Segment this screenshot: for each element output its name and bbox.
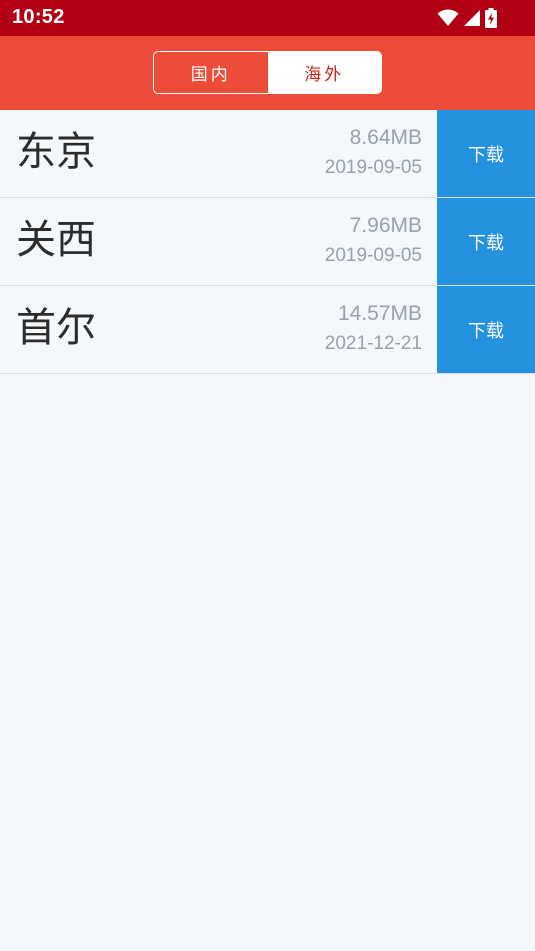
status-icons [437,8,497,28]
download-button[interactable]: 下载 [437,286,535,373]
list-item: 首尔 14.57MB 2021-12-21 下载 [0,286,535,374]
status-time: 10:52 [12,6,65,28]
item-name: 东京 [16,129,96,175]
status-bar: 10:52 [0,0,535,36]
tab-overseas[interactable]: 海外 [267,52,381,93]
download-button[interactable]: 下载 [437,198,535,285]
header-bar: 国内 海外 [0,36,535,110]
download-button[interactable]: 下载 [437,110,535,197]
item-size: 14.57MB [337,302,422,325]
item-name: 关西 [16,217,96,263]
cell-signal-icon [463,9,481,27]
item-size: 8.64MB [349,126,422,149]
map-list: 东京 8.64MB 2019-09-05 下载 关西 7.96MB 2019-0… [0,110,535,374]
tab-domestic[interactable]: 国内 [154,52,268,93]
item-date: 2019-09-05 [324,245,422,266]
item-size: 7.96MB [349,214,422,237]
item-name: 首尔 [16,305,96,351]
list-item: 关西 7.96MB 2019-09-05 下载 [0,198,535,286]
item-date: 2019-09-05 [324,157,422,178]
wifi-icon [437,9,459,27]
list-item: 东京 8.64MB 2019-09-05 下载 [0,110,535,198]
region-segmented-control: 国内 海外 [153,51,382,94]
battery-charging-icon [485,8,497,28]
item-date: 2021-12-21 [324,333,422,354]
